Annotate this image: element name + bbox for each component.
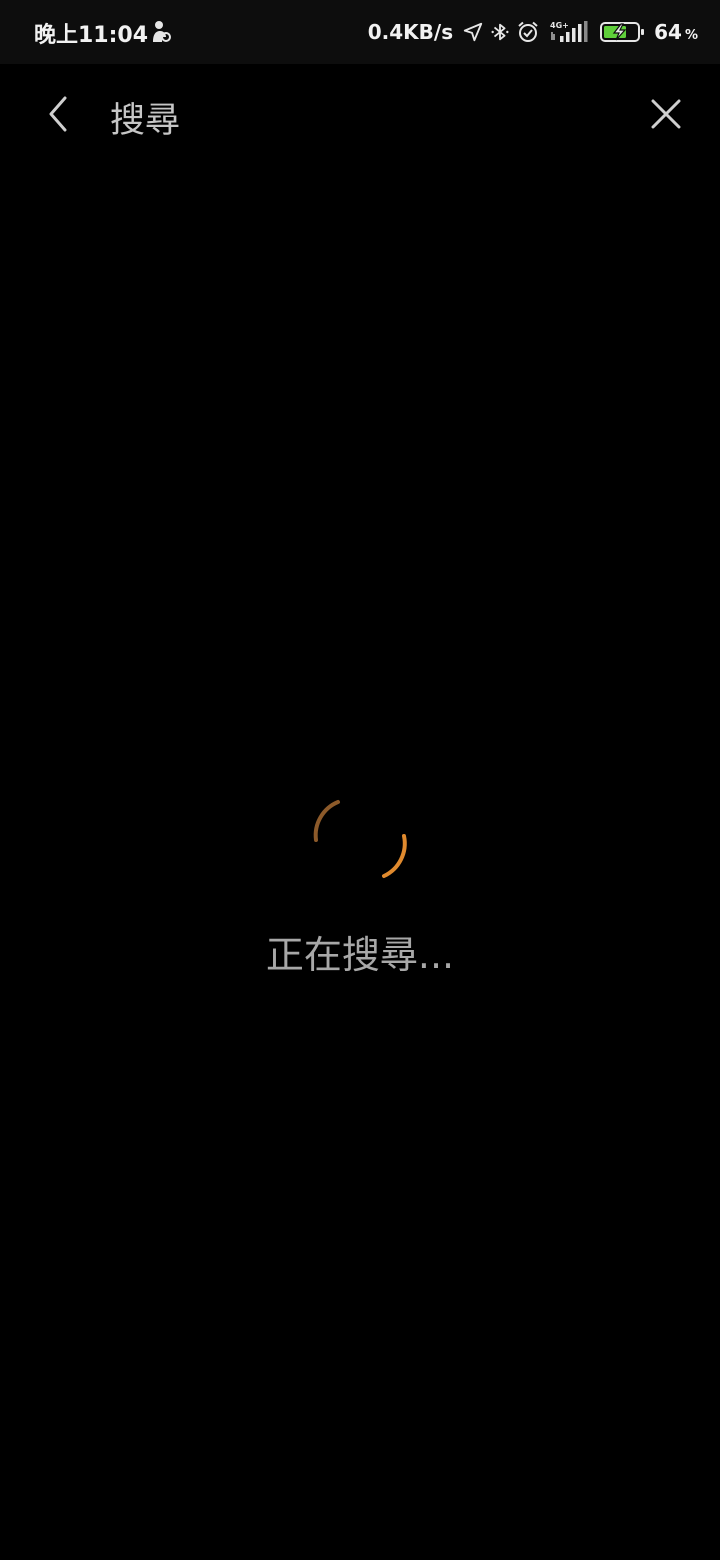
- close-button[interactable]: [638, 86, 694, 142]
- network-type-label: 4G+: [550, 21, 569, 30]
- network-speed: 0.4KB/s: [367, 20, 454, 44]
- spinner-arc-faded: [313, 800, 340, 842]
- status-time: 晚上11:04: [34, 23, 149, 48]
- loading-text: 正在搜尋...: [265, 933, 455, 977]
- person-notification-icon: [153, 21, 171, 42]
- chevron-left-icon: [49, 96, 67, 132]
- search-header: 搜尋: [0, 64, 720, 168]
- bluetooth-icon: [491, 23, 509, 41]
- back-button[interactable]: [30, 86, 86, 142]
- battery-charging-icon: [600, 22, 645, 42]
- alarm-icon: [518, 21, 538, 42]
- location-icon: [463, 22, 483, 42]
- signal-icon: 4G+: [550, 21, 588, 42]
- spinner-arc: [382, 834, 407, 878]
- page-title: 搜尋: [110, 101, 181, 141]
- status-right: 0.4KB/s 4G+ 64 %: [368, 14, 698, 50]
- battery-unit: %: [684, 27, 698, 43]
- loading-spinner: [313, 800, 407, 878]
- battery-level: 64: [654, 20, 682, 44]
- status-bar: 晚上11:04 0.4KB/s 4G+ 64 %: [0, 0, 720, 64]
- close-icon: [651, 99, 681, 129]
